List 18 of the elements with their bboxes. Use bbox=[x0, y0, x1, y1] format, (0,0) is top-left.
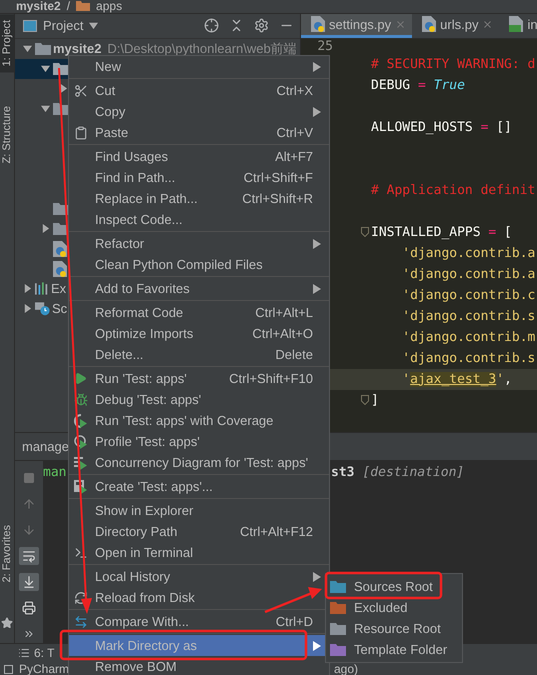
code-line: DEBUG = True bbox=[371, 78, 466, 93]
code-line: 'django.contrib.m bbox=[401, 330, 536, 345]
line-number: 25 bbox=[316, 38, 334, 54]
console-text: man bbox=[43, 464, 68, 480]
code-line: 'django.contrib.c bbox=[401, 288, 536, 303]
code-line: 'django.contrib.a bbox=[401, 246, 536, 261]
code-line: 'django.contrib.s bbox=[401, 350, 536, 366]
code-line: # Application definit bbox=[371, 182, 536, 198]
console-text: [destination] bbox=[362, 464, 464, 480]
console-text: st3 bbox=[331, 464, 354, 480]
code-line: # SECURITY WARNING: d bbox=[371, 56, 536, 72]
code-line: ] bbox=[371, 392, 380, 408]
code-line: INSTALLED_APPS = [ bbox=[371, 224, 513, 240]
code-line: 'django.contrib.a bbox=[401, 266, 536, 282]
breadcrumb-separator: / bbox=[66, 0, 70, 12]
status-text: ago) bbox=[334, 662, 360, 675]
code-line: ALLOWED_HOSTS = [] bbox=[371, 120, 513, 135]
code-line: 'django.contrib.s bbox=[401, 308, 536, 324]
